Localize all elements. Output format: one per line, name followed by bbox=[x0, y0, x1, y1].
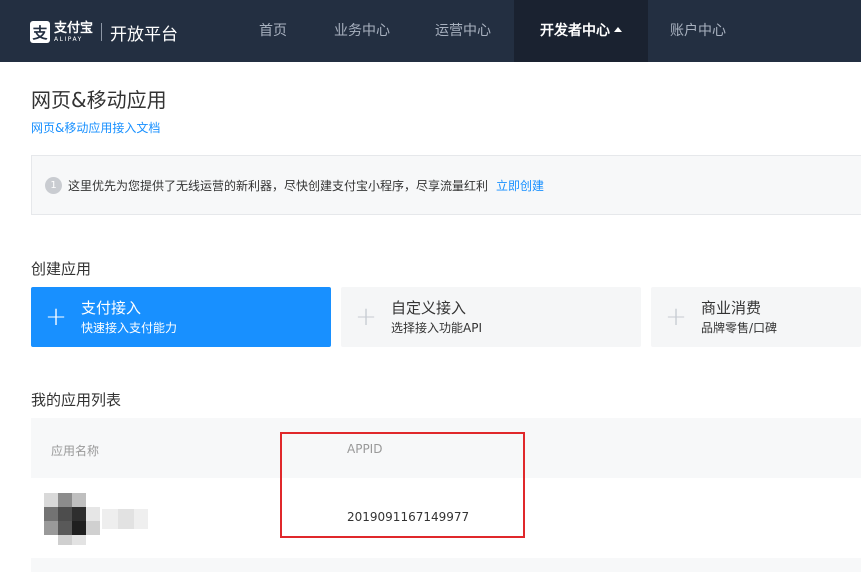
info-number-icon: 1 bbox=[45, 176, 62, 194]
svg-text:支: 支 bbox=[31, 24, 48, 42]
notice-text: 这里优先为您提供了无线运营的新利器，尽快创建支付宝小程序，尽享流量红利 bbox=[68, 178, 489, 193]
card-title: 商业消费 bbox=[701, 298, 762, 317]
nav-business-center[interactable]: 业务中心 bbox=[322, 0, 402, 62]
nav-developer-center[interactable]: 开发者中心 bbox=[514, 0, 648, 62]
plus-icon: + bbox=[665, 302, 687, 332]
logo-divider bbox=[101, 23, 103, 41]
nav-home[interactable]: 首页 bbox=[233, 0, 313, 62]
table-row bbox=[31, 558, 861, 572]
card-commerce[interactable]: + 商业消费 品牌零售/口碑 bbox=[651, 287, 861, 347]
card-subtitle: 快速接入支付能力 bbox=[81, 320, 178, 335]
create-now-link[interactable]: 立即创建 bbox=[496, 177, 544, 194]
product-name: 开放平台 bbox=[110, 24, 179, 45]
logo-brand-cn: 支付宝 bbox=[54, 20, 94, 36]
page-title: 网页&移动应用 bbox=[31, 88, 167, 112]
logo-brand-en: ALIPAY bbox=[54, 35, 83, 43]
plus-icon: + bbox=[45, 302, 67, 332]
doc-link[interactable]: 网页&移动应用接入文档 bbox=[31, 119, 160, 136]
create-app-title: 创建应用 bbox=[31, 260, 92, 278]
alipay-logo[interactable]: 支 支付宝 ALIPAY 开放平台 bbox=[30, 18, 178, 46]
plus-icon: + bbox=[355, 302, 377, 332]
app-list-title: 我的应用列表 bbox=[31, 391, 122, 409]
highlight-annotation-box bbox=[280, 432, 525, 538]
nav-account-center[interactable]: 账户中心 bbox=[658, 0, 738, 62]
nav-operations-center[interactable]: 运营中心 bbox=[423, 0, 503, 62]
notice-banner: 1 这里优先为您提供了无线运营的新利器，尽快创建支付宝小程序，尽享流量红利 立即… bbox=[31, 155, 861, 215]
alipay-logo-icon: 支 bbox=[30, 21, 50, 43]
app-avatar-blurred bbox=[40, 493, 150, 547]
nav-developer-center-label: 开发者中心 bbox=[540, 23, 610, 39]
card-subtitle: 选择接入功能API bbox=[391, 320, 482, 335]
top-nav-bar: 支 支付宝 ALIPAY 开放平台 首页 业务中心 运营中心 开发者中心 账户中… bbox=[0, 0, 861, 62]
card-custom-access[interactable]: + 自定义接入 选择接入功能API bbox=[341, 287, 641, 347]
card-title: 支付接入 bbox=[81, 298, 142, 317]
card-subtitle: 品牌零售/口碑 bbox=[701, 320, 778, 335]
card-title: 自定义接入 bbox=[391, 298, 467, 317]
card-payment-access[interactable]: + 支付接入 快速接入支付能力 bbox=[31, 287, 331, 347]
column-app-name: 应用名称 bbox=[51, 444, 100, 458]
caret-up-icon bbox=[614, 27, 622, 32]
